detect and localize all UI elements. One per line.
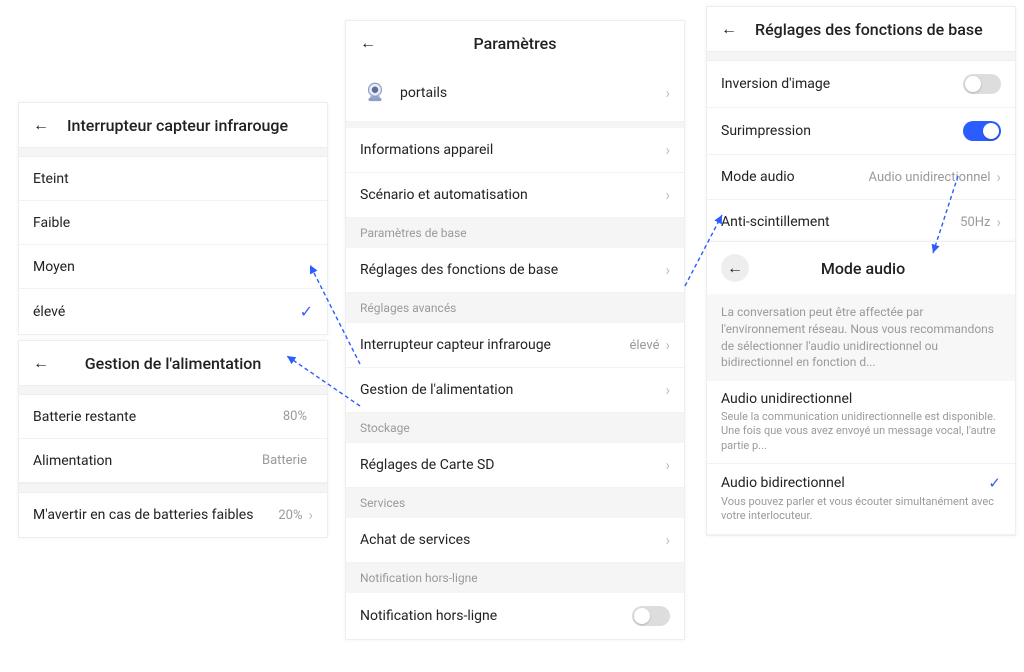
basic-title: Réglages des fonctions de base [755, 20, 1001, 39]
check-icon: ✓ [300, 302, 313, 321]
camera-icon [360, 78, 390, 108]
main-settings-panel: ← Paramètres portails › Informations app… [345, 20, 685, 640]
section-services: Services [346, 488, 684, 518]
chevron-right-icon: › [665, 141, 670, 159]
basic-functions-panel: ← Réglages des fonctions de base Inversi… [706, 6, 1016, 245]
chevron-right-icon: › [996, 213, 1001, 231]
back-icon[interactable]: ← [721, 254, 749, 282]
main-header: ← Paramètres [346, 21, 684, 65]
pwr-title: Gestion de l'alimentation [57, 354, 289, 373]
main-title: Paramètres [384, 34, 646, 53]
device-row[interactable]: portails › [346, 65, 684, 122]
toggle[interactable] [963, 74, 1001, 94]
anti-flicker-row[interactable]: Anti-scintillement50Hz› [707, 200, 1015, 244]
overlay-row[interactable]: Surimpression [707, 108, 1015, 155]
chevron-right-icon: › [665, 531, 670, 549]
power-mgmt-row[interactable]: Gestion de l'alimentation› [346, 368, 684, 413]
separator [19, 147, 327, 157]
image-invert-row[interactable]: Inversion d'image [707, 61, 1015, 108]
basic-settings-row[interactable]: Réglages des fonctions de base› [346, 248, 684, 293]
purchase-services-row[interactable]: Achat de services› [346, 518, 684, 563]
chevron-right-icon: › [665, 381, 670, 399]
back-icon[interactable]: ← [33, 353, 57, 373]
separator [19, 483, 327, 493]
separator [707, 51, 1015, 61]
section-basic: Paramètres de base [346, 218, 684, 248]
toggle[interactable] [632, 606, 670, 626]
chevron-right-icon: › [665, 84, 670, 102]
section-storage: Stockage [346, 413, 684, 443]
chevron-right-icon: › [308, 506, 313, 524]
check-icon: ✓ [988, 474, 1001, 492]
ir-switch-row[interactable]: Interrupteur capteur infrarougeélevé› [346, 323, 684, 368]
low-battery-warn-row[interactable]: M'avertir en cas de batteries faibles 20… [19, 493, 327, 537]
battery-remaining-row[interactable]: Batterie restante 80% [19, 395, 327, 439]
offline-notif-row[interactable]: Notification hors-ligne [346, 593, 684, 639]
audio-header: ← Mode audio [707, 242, 1015, 294]
scenario-row[interactable]: Scénario et automatisation› [346, 173, 684, 218]
back-icon[interactable]: ← [721, 19, 745, 39]
chevron-right-icon: › [665, 186, 670, 204]
section-advanced: Réglages avancés [346, 293, 684, 323]
chevron-right-icon: › [996, 168, 1001, 186]
chevron-right-icon: › [665, 336, 670, 354]
audio-uni-option[interactable]: Audio unidirectionnel Seule la communica… [707, 381, 1015, 464]
toggle[interactable] [963, 121, 1001, 141]
ir-option[interactable]: Moyen [19, 245, 327, 289]
ir-header: ← Interrupteur capteur infrarouge [19, 103, 327, 147]
power-source-row[interactable]: Alimentation Batterie [19, 439, 327, 483]
back-icon[interactable]: ← [33, 115, 57, 135]
ir-option[interactable]: Eteint [19, 157, 327, 201]
power-panel: ← Gestion de l'alimentation Batterie res… [18, 340, 328, 538]
ir-panel: ← Interrupteur capteur infrarouge Eteint… [18, 102, 328, 335]
ir-option[interactable]: élevé✓ [19, 289, 327, 334]
chevron-right-icon: › [665, 456, 670, 474]
audio-mode-row[interactable]: Mode audioAudio unidirectionnel› [707, 155, 1015, 200]
audio-desc: La conversation peut être affectée par l… [707, 294, 1015, 381]
audio-title: Mode audio [749, 259, 977, 278]
chevron-right-icon: › [665, 261, 670, 279]
sd-card-row[interactable]: Réglages de Carte SD› [346, 443, 684, 488]
basic-header: ← Réglages des fonctions de base [707, 7, 1015, 51]
audio-mode-panel: ← Mode audio La conversation peut être a… [706, 241, 1016, 536]
audio-bi-option[interactable]: Audio bidirectionnel✓ Vous pouvez parler… [707, 464, 1015, 535]
ir-title: Interrupteur capteur infrarouge [67, 116, 313, 135]
back-icon[interactable]: ← [360, 33, 384, 53]
device-info-row[interactable]: Informations appareil› [346, 128, 684, 173]
separator [19, 385, 327, 395]
section-notif: Notification hors-ligne [346, 563, 684, 593]
ir-option[interactable]: Faible [19, 201, 327, 245]
pwr-header: ← Gestion de l'alimentation [19, 341, 327, 385]
